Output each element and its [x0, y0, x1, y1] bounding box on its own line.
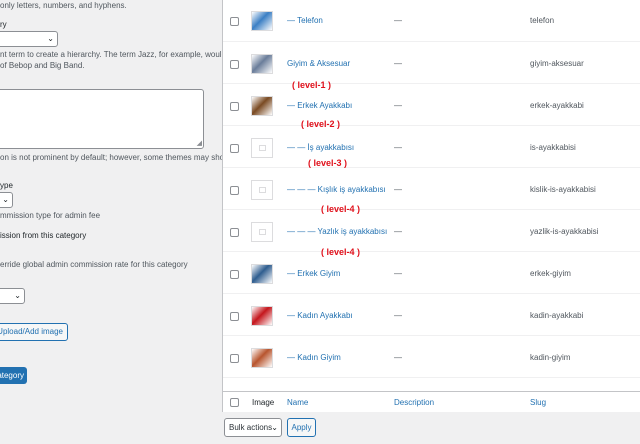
footer-name[interactable]: Name: [287, 398, 308, 407]
category-slug: telefon: [530, 16, 555, 25]
category-slug: kislik-is-ayakkabisi: [530, 185, 596, 194]
commission-type-help: mmission type for admin fee: [0, 211, 101, 220]
category-slug: kadin-ayakkabi: [530, 311, 584, 320]
placeholder-image-icon: [251, 180, 273, 200]
level-annotation: ( level-2 ): [301, 119, 341, 129]
category-name-link[interactable]: — Kadın Ayakkabı: [287, 311, 353, 320]
table-row: — Telefon — telefon: [223, 0, 640, 42]
category-description: —: [394, 353, 402, 362]
table-row: — — — Kışlık iş ayakkabısı — kislik-is-aya…: [223, 168, 640, 210]
category-description: —: [394, 101, 402, 110]
category-name-link[interactable]: — — İş ayakkabısı: [287, 143, 354, 152]
chevron-down-icon: ⌄: [2, 195, 9, 204]
category-name-link[interactable]: — Erkek Ayakkabı: [287, 101, 352, 110]
category-name-link[interactable]: — Telefon: [287, 16, 323, 25]
table-row: Giyim & Aksesuar — giyim-aksesuar: [223, 42, 640, 84]
chevron-down-icon: ⌄: [271, 423, 278, 432]
placeholder-image-icon: [251, 138, 273, 158]
parent-help-text-1: nt term to create a hierarchy. The term …: [0, 50, 227, 59]
table-row: — Erkek Giyim — erkek-giyim: [223, 252, 640, 294]
category-name-link[interactable]: — Kadın Giyim: [287, 353, 341, 362]
table-row: — — İş ayakkabısı — is-ayakkabisi: [223, 126, 640, 168]
level-annotation: ( level-3 ): [308, 158, 348, 168]
category-name-link[interactable]: — — — Kışlık iş ayakkabısı: [287, 185, 386, 194]
category-thumbnail: [251, 348, 273, 368]
chevron-down-icon: ⌄: [47, 34, 54, 43]
row-checkbox[interactable]: [230, 270, 239, 279]
footer-description[interactable]: Description: [394, 398, 434, 407]
row-checkbox[interactable]: [230, 17, 239, 26]
category-slug: erkek-ayakkabi: [530, 101, 584, 110]
category-description: —: [394, 143, 402, 152]
category-name-link[interactable]: Giyim & Aksesuar: [287, 59, 350, 68]
upload-image-button[interactable]: Upload/Add image: [0, 323, 68, 341]
placeholder-image-icon: [251, 222, 273, 242]
row-checkbox[interactable]: [230, 60, 239, 69]
commission-type-select[interactable]: ⌄: [0, 192, 13, 208]
row-checkbox[interactable]: [230, 354, 239, 363]
category-slug: is-ayakkabisi: [530, 143, 576, 152]
category-name-link[interactable]: — Erkek Giyim: [287, 269, 340, 278]
description-help-text: on is not prominent by default; however,…: [0, 153, 230, 162]
row-checkbox[interactable]: [230, 312, 239, 321]
chevron-down-icon: ⌄: [14, 291, 21, 300]
parent-category-select[interactable]: ⌄: [0, 31, 58, 47]
level-annotation: ( level-4 ): [321, 247, 361, 257]
parent-help-text-2: of Bebop and Big Band.: [0, 61, 85, 70]
category-description: —: [394, 16, 402, 25]
commission-type-label: ype: [0, 181, 13, 190]
category-slug: kadin-giyim: [530, 353, 571, 362]
category-thumbnail: [251, 306, 273, 326]
footer-slug[interactable]: Slug: [530, 398, 546, 407]
table-row: — Kadın Ayakkabı — kadin-ayakkabi: [223, 294, 640, 336]
select-all-checkbox[interactable]: [230, 398, 239, 407]
level-annotation: ( level-4 ): [321, 204, 361, 214]
category-description: —: [394, 269, 402, 278]
row-checkbox[interactable]: [230, 186, 239, 195]
category-description: —: [394, 185, 402, 194]
row-checkbox[interactable]: [230, 144, 239, 153]
table-row: — Kadın Giyim — kadin-giyim: [223, 336, 640, 378]
category-thumbnail: [251, 264, 273, 284]
apply-button[interactable]: Apply: [287, 418, 316, 437]
add-category-button[interactable]: ategory: [0, 367, 27, 384]
category-slug: yazlik-is-ayakkabisi: [530, 227, 599, 236]
category-name-link[interactable]: — — — Yazlık iş ayakkabısı: [287, 227, 387, 236]
row-checkbox[interactable]: [230, 102, 239, 111]
description-textarea[interactable]: ◢: [0, 89, 204, 149]
footer-image: Image: [252, 398, 275, 407]
commission-checkbox-label[interactable]: ission from this category: [0, 231, 86, 240]
commission-rate-help: erride global admin commission rate for …: [0, 260, 188, 269]
table-footer: Image Name Description Slug: [223, 391, 640, 412]
category-thumbnail: [251, 11, 273, 31]
bulk-actions-label: Bulk actions: [229, 423, 273, 432]
parent-category-label: ry: [0, 20, 7, 29]
add-category-form: only letters, numbers, and hyphens. ry ⌄…: [0, 0, 230, 444]
slug-help-text: only letters, numbers, and hyphens.: [0, 1, 127, 10]
resize-handle-icon[interactable]: ◢: [197, 140, 202, 147]
category-description: —: [394, 227, 402, 236]
category-slug: erkek-giyim: [530, 269, 571, 278]
bulk-actions-select[interactable]: Bulk actions ⌄: [224, 418, 282, 437]
category-description: —: [394, 311, 402, 320]
category-slug: giyim-aksesuar: [530, 59, 584, 68]
categories-table: — Telefon — telefon Giyim & Aksesuar — giyim-…: [222, 0, 640, 412]
category-description: —: [394, 59, 402, 68]
row-checkbox[interactable]: [230, 228, 239, 237]
category-thumbnail: [251, 96, 273, 116]
level-annotation: ( level-1 ): [292, 80, 332, 90]
category-thumbnail: [251, 54, 273, 74]
table-row: — — — Yazlık iş ayakkabısı — yazlik-is-aya…: [223, 210, 640, 252]
table-row: — Erkek Ayakkabı — erkek-ayakkabi: [223, 84, 640, 126]
commission-select[interactable]: ⌄: [0, 288, 25, 304]
